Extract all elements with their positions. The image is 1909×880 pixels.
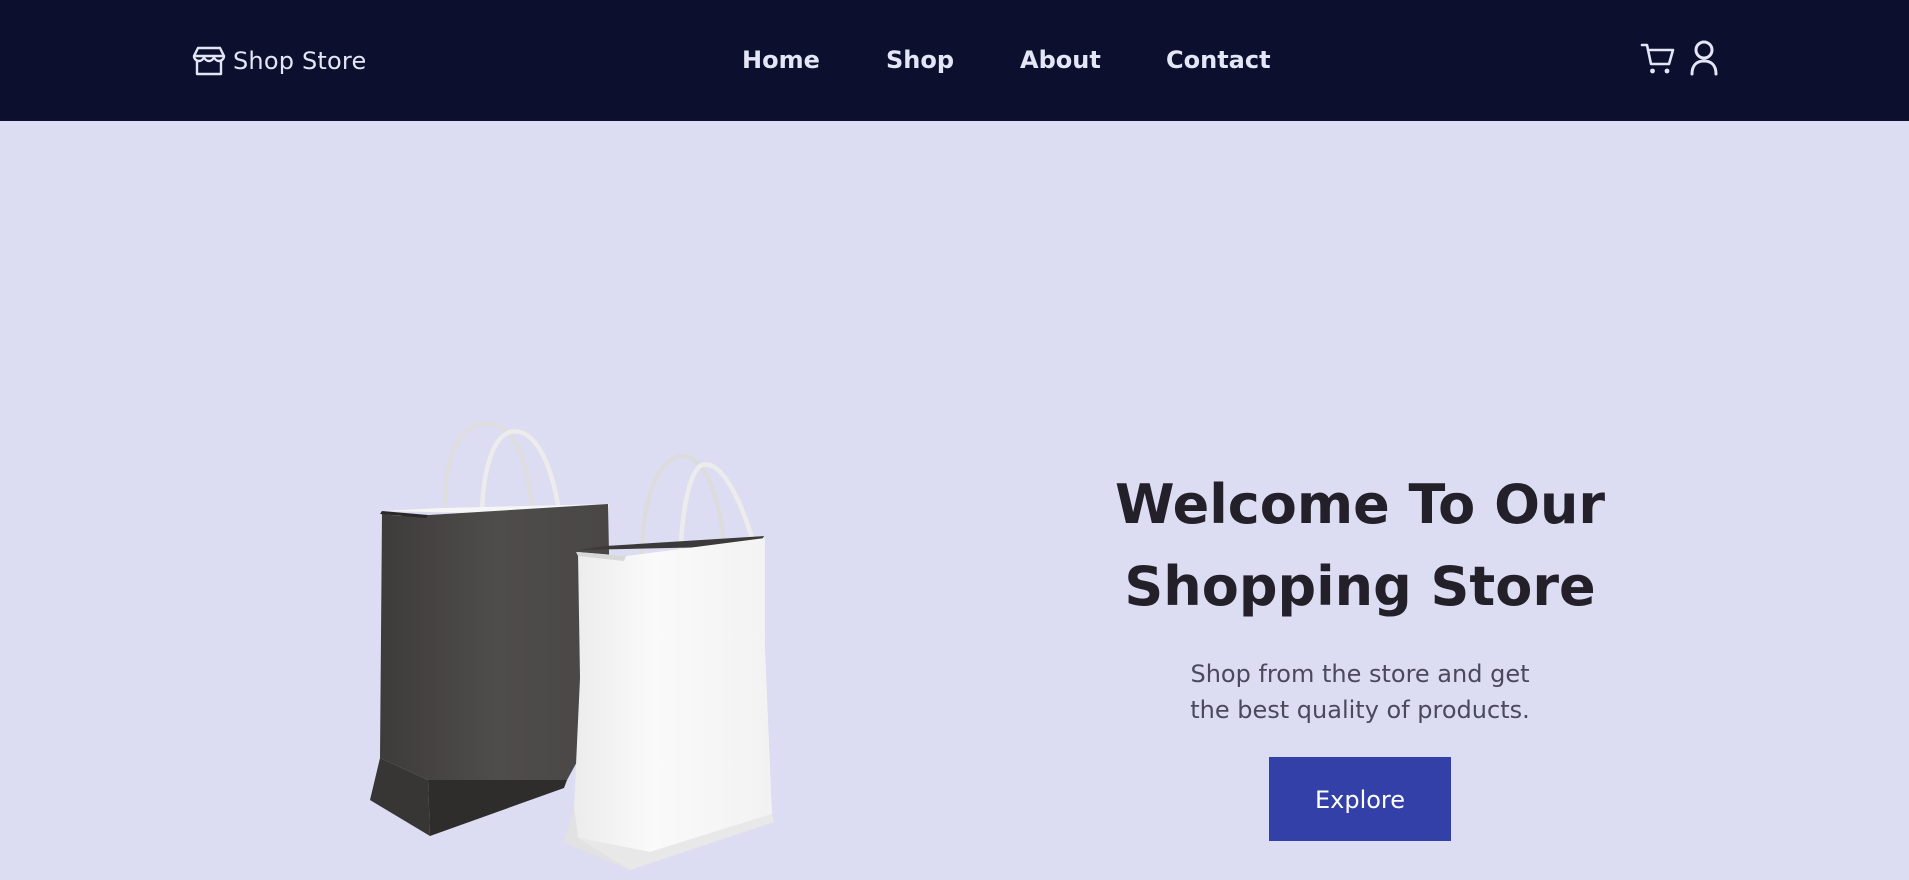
hero-title-line-2: Shopping Store — [1124, 555, 1596, 618]
nav-link-contact[interactable]: Contact — [1166, 46, 1271, 74]
navbar: Shop Store Home Shop About Contact — [0, 0, 1909, 121]
hero-text: Welcome To Our Shopping Store Shop from … — [1050, 464, 1670, 841]
cart-icon[interactable] — [1640, 40, 1676, 76]
hero-subtitle-line-1: Shop from the store and get — [1190, 660, 1530, 688]
explore-button[interactable]: Explore — [1269, 757, 1451, 841]
hero-title-line-1: Welcome To Our — [1114, 473, 1606, 536]
nav-link-about[interactable]: About — [1020, 46, 1101, 74]
hero-title: Welcome To Our Shopping Store — [1050, 464, 1670, 628]
nav-link-home[interactable]: Home — [742, 46, 820, 74]
shopping-bags-image — [370, 421, 774, 870]
user-icon[interactable] — [1689, 40, 1719, 76]
nav-link-shop[interactable]: Shop — [886, 46, 954, 74]
nav-icon-group — [1640, 40, 1719, 76]
hero-subtitle: Shop from the store and get the best qua… — [1170, 656, 1550, 728]
main-nav: Home Shop About Contact — [0, 46, 1909, 76]
hero-subtitle-line-2: the best quality of products. — [1190, 696, 1530, 724]
